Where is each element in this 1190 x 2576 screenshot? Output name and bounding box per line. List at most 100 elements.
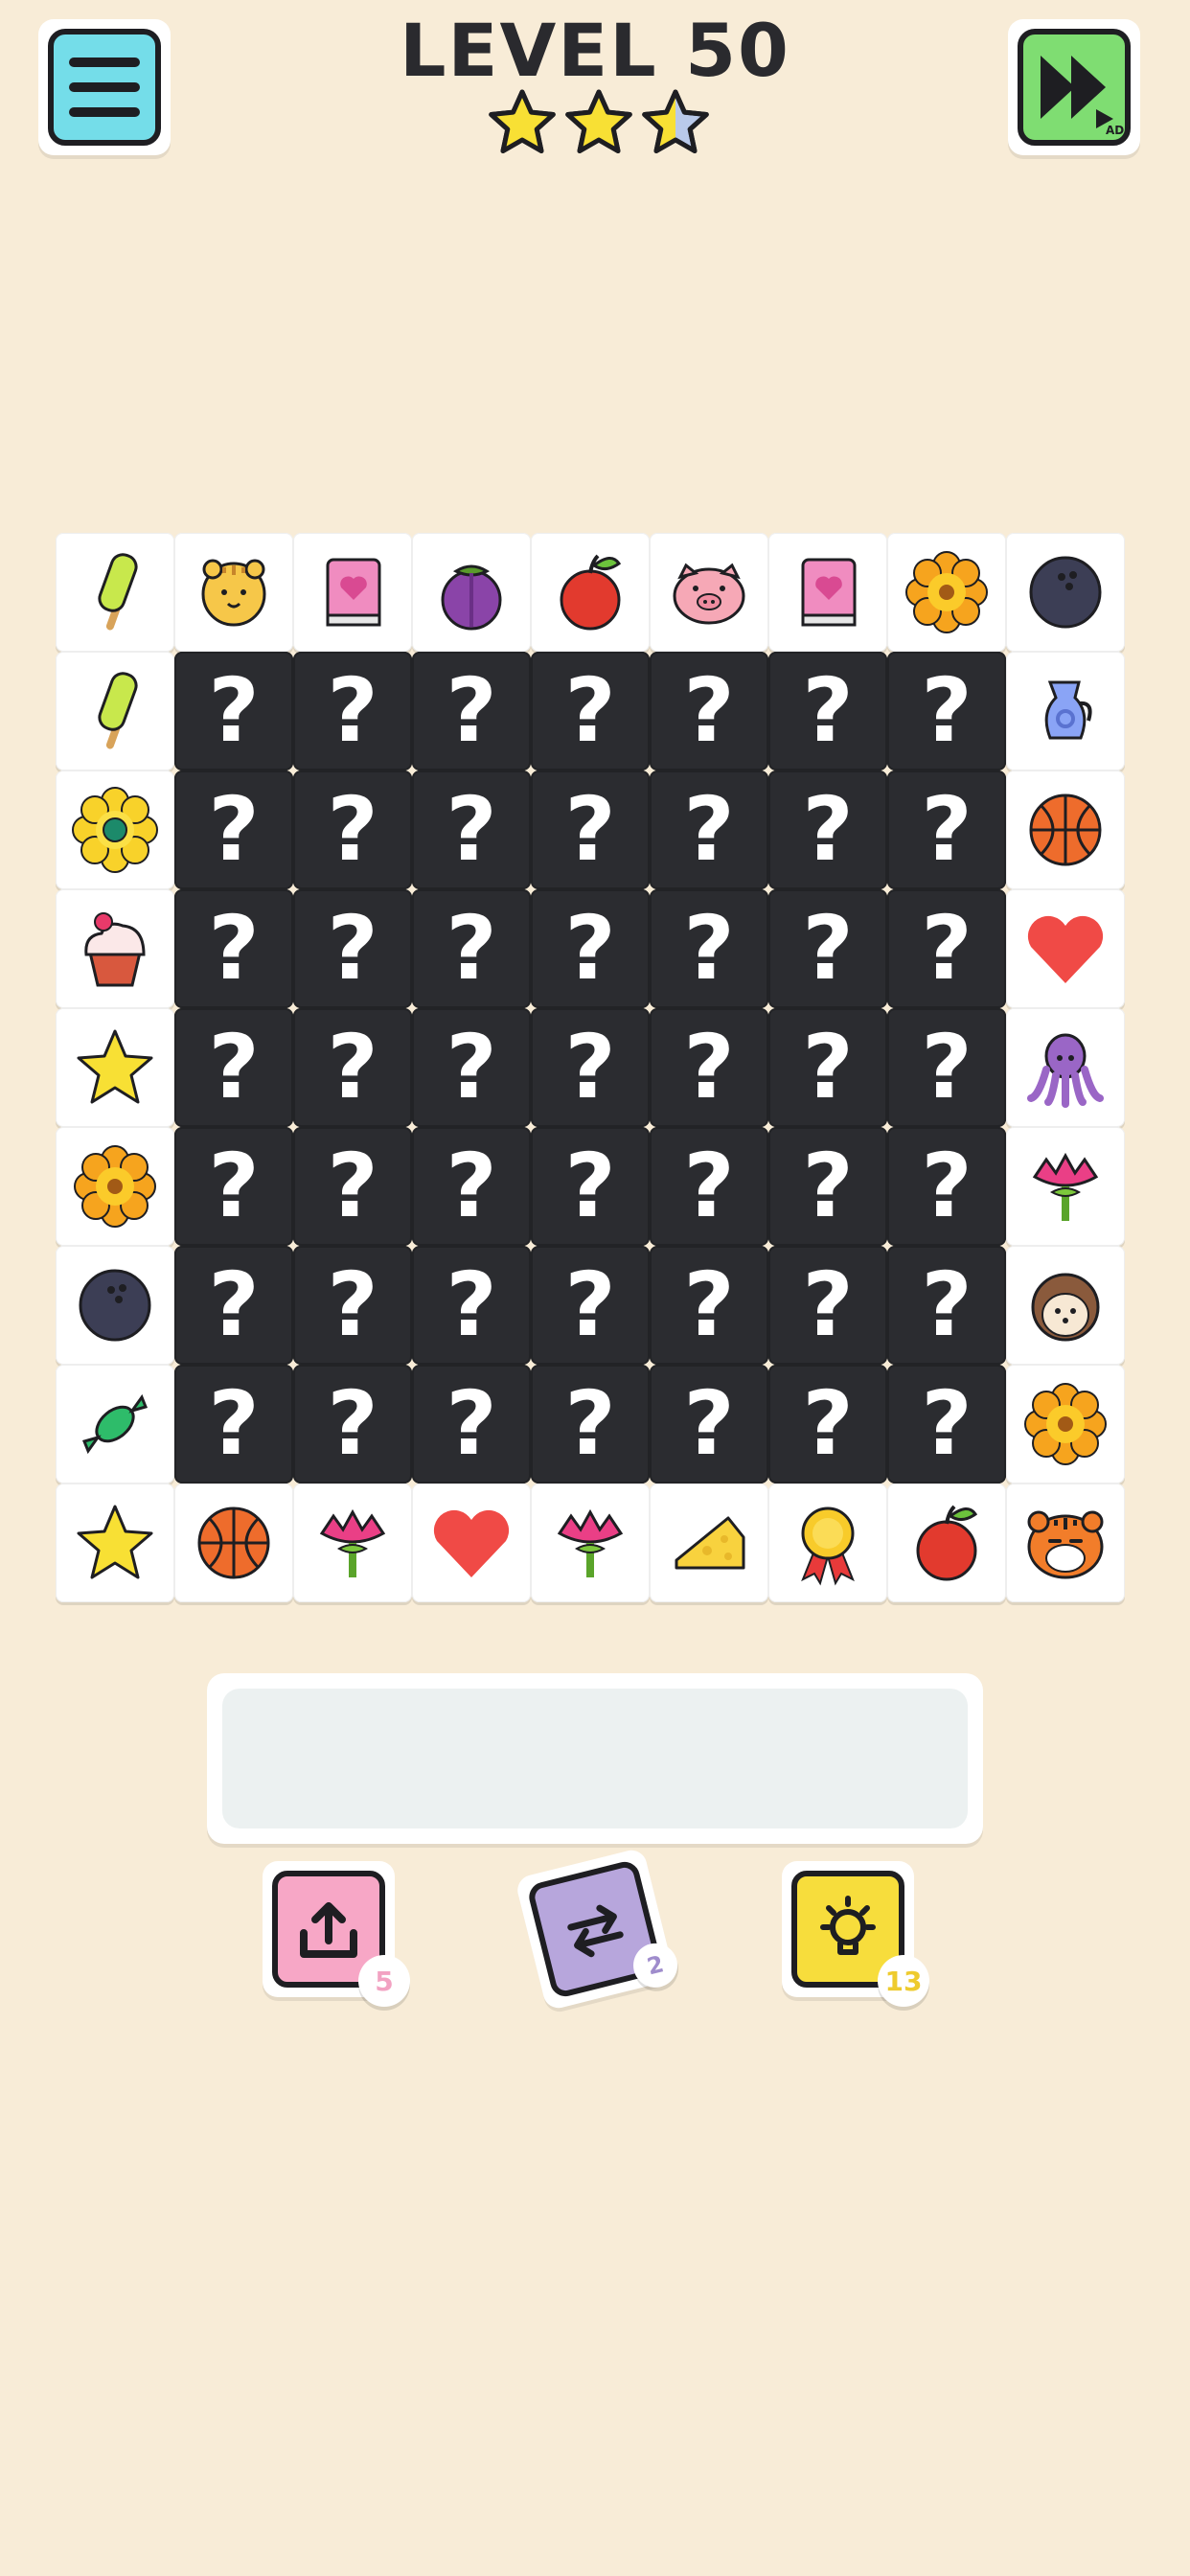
tile-star[interactable]: [56, 1484, 174, 1602]
question-mark-icon: ?: [208, 659, 260, 762]
question-mark-icon: ?: [208, 1016, 260, 1118]
hidden-tile[interactable]: ?: [887, 1246, 1006, 1365]
hidden-tile[interactable]: ?: [293, 889, 412, 1008]
question-mark-icon: ?: [564, 778, 616, 881]
pig-icon: [673, 563, 745, 625]
tile-carnation[interactable]: [293, 1484, 412, 1602]
tile-apple[interactable]: [531, 533, 650, 652]
hidden-tile[interactable]: ?: [412, 1246, 531, 1365]
hidden-tile[interactable]: ?: [531, 652, 650, 770]
tile-heart[interactable]: [1006, 889, 1125, 1008]
hidden-tile[interactable]: ?: [293, 1008, 412, 1127]
shuffle-button[interactable]: 2: [514, 1847, 682, 2012]
tile-jug[interactable]: [1006, 652, 1125, 770]
hidden-tile[interactable]: ?: [174, 652, 293, 770]
tile-hedgehog[interactable]: [1006, 1246, 1125, 1365]
hidden-tile[interactable]: ?: [293, 1246, 412, 1365]
hidden-tile[interactable]: ?: [174, 1246, 293, 1365]
hidden-tile[interactable]: ?: [650, 889, 768, 1008]
question-mark-icon: ?: [327, 1135, 378, 1237]
question-mark-icon: ?: [921, 1372, 973, 1475]
tile-carnation[interactable]: [1006, 1127, 1125, 1246]
tile-bowling-ball[interactable]: [56, 1246, 174, 1365]
hint-button[interactable]: 13: [782, 1861, 929, 2007]
tile-tiger[interactable]: [174, 533, 293, 652]
hidden-tile[interactable]: ?: [768, 770, 887, 889]
hidden-tile[interactable]: ?: [650, 1365, 768, 1484]
hidden-tile[interactable]: ?: [531, 1127, 650, 1246]
hidden-tile[interactable]: ?: [531, 889, 650, 1008]
hidden-tile[interactable]: ?: [768, 652, 887, 770]
tile-sunflower[interactable]: [1006, 1365, 1125, 1484]
basketball-icon: [197, 1506, 270, 1579]
tile-star[interactable]: [56, 1008, 174, 1127]
hidden-tile[interactable]: ?: [174, 889, 293, 1008]
tile-sunflower[interactable]: [56, 1127, 174, 1246]
hidden-tile[interactable]: ?: [650, 770, 768, 889]
tile-mangosteen[interactable]: [412, 533, 531, 652]
heart-icon: [1027, 915, 1104, 983]
hidden-tile[interactable]: ?: [768, 1008, 887, 1127]
tile-daisy[interactable]: [56, 770, 174, 889]
tile-medal[interactable]: [768, 1484, 887, 1602]
hidden-tile[interactable]: ?: [174, 1127, 293, 1246]
hidden-tile[interactable]: ?: [531, 1365, 650, 1484]
tile-cupcake[interactable]: [56, 889, 174, 1008]
tile-carnation[interactable]: [531, 1484, 650, 1602]
hidden-tile[interactable]: ?: [174, 1008, 293, 1127]
undo-button[interactable]: 5: [263, 1861, 410, 2007]
hidden-tile[interactable]: ?: [887, 1365, 1006, 1484]
tile-book[interactable]: [293, 533, 412, 652]
tile-apple[interactable]: [887, 1484, 1006, 1602]
question-mark-icon: ?: [683, 1254, 735, 1356]
bowling-ball-icon: [79, 1269, 151, 1342]
tile-heart[interactable]: [412, 1484, 531, 1602]
hidden-tile[interactable]: ?: [650, 1246, 768, 1365]
hidden-tile[interactable]: ?: [768, 1365, 887, 1484]
hidden-tile[interactable]: ?: [174, 1365, 293, 1484]
hidden-tile[interactable]: ?: [412, 770, 531, 889]
question-mark-icon: ?: [564, 1254, 616, 1356]
hidden-tile[interactable]: ?: [412, 1365, 531, 1484]
tile-popsicle[interactable]: [56, 652, 174, 770]
tile-book[interactable]: [768, 533, 887, 652]
hidden-tile[interactable]: ?: [768, 889, 887, 1008]
hidden-tile[interactable]: ?: [887, 1127, 1006, 1246]
hidden-tile[interactable]: ?: [531, 1008, 650, 1127]
tile-cheese[interactable]: [650, 1484, 768, 1602]
bowling-ball-icon: [1029, 556, 1102, 629]
hidden-tile[interactable]: ?: [887, 770, 1006, 889]
tile-pig[interactable]: [650, 533, 768, 652]
tile-tiger-face[interactable]: [1006, 1484, 1125, 1602]
tile-sunflower[interactable]: [887, 533, 1006, 652]
hidden-tile[interactable]: ?: [768, 1246, 887, 1365]
tile-basketball[interactable]: [1006, 770, 1125, 889]
hidden-tile[interactable]: ?: [412, 652, 531, 770]
tile-bowling-ball[interactable]: [1006, 533, 1125, 652]
tile-basketball[interactable]: [174, 1484, 293, 1602]
hidden-tile[interactable]: ?: [412, 1127, 531, 1246]
hidden-tile[interactable]: ?: [531, 770, 650, 889]
hidden-tile[interactable]: ?: [293, 1127, 412, 1246]
hidden-tile[interactable]: ?: [887, 1008, 1006, 1127]
hidden-tile[interactable]: ?: [531, 1246, 650, 1365]
skip-level-button[interactable]: AD: [1008, 19, 1140, 155]
hidden-tile[interactable]: ?: [293, 652, 412, 770]
tile-octopus[interactable]: [1006, 1008, 1125, 1127]
apple-icon: [916, 1505, 978, 1581]
hidden-tile[interactable]: ?: [293, 770, 412, 889]
hidden-tile[interactable]: ?: [887, 889, 1006, 1008]
tile-popsicle[interactable]: [56, 533, 174, 652]
hidden-tile[interactable]: ?: [650, 1008, 768, 1127]
hidden-tile[interactable]: ?: [650, 652, 768, 770]
question-mark-icon: ?: [921, 778, 973, 881]
hidden-tile[interactable]: ?: [174, 770, 293, 889]
hidden-tile[interactable]: ?: [768, 1127, 887, 1246]
hidden-tile[interactable]: ?: [650, 1127, 768, 1246]
hidden-tile[interactable]: ?: [887, 652, 1006, 770]
tile-candy[interactable]: [56, 1365, 174, 1484]
hidden-tile[interactable]: ?: [412, 889, 531, 1008]
jug-icon: [1044, 680, 1092, 740]
hidden-tile[interactable]: ?: [293, 1365, 412, 1484]
hidden-tile[interactable]: ?: [412, 1008, 531, 1127]
